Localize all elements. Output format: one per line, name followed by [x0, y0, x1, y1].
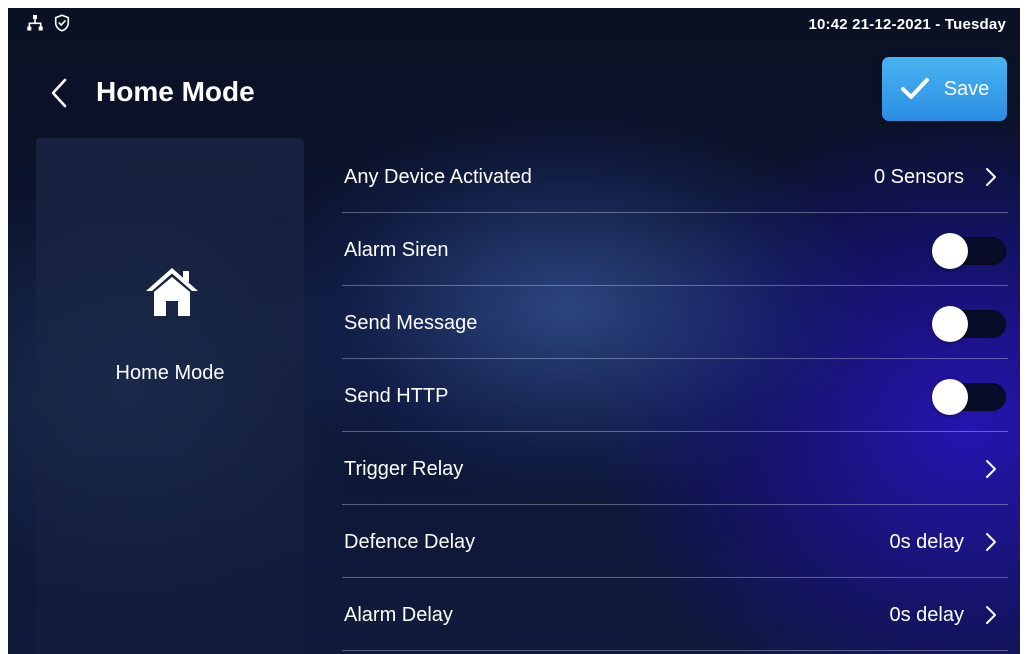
- home-mode-screen: 10:42 21-12-2021 - Tuesday Home Mode Sav…: [8, 8, 1020, 654]
- send-message-toggle[interactable]: [932, 306, 1008, 342]
- save-button-label: Save: [943, 77, 990, 100]
- setting-value: 0 Sensors: [873, 166, 964, 188]
- chevron-right-icon: [986, 533, 996, 551]
- setting-row-send-message: Send Message: [342, 286, 1008, 359]
- setting-label: Send HTTP: [344, 385, 449, 407]
- back-button[interactable]: [44, 76, 74, 110]
- setting-label: Alarm Siren: [344, 239, 449, 261]
- setting-row-alarm-siren: Alarm Siren: [342, 213, 1008, 286]
- toggle-knob: [932, 379, 968, 415]
- checkmark-icon: [900, 78, 929, 99]
- setting-row-send-http: Send HTTP: [342, 359, 1008, 432]
- settings-list: Any Device Activated 0 Sensors Alarm Sir…: [342, 140, 1008, 651]
- toggle-knob: [932, 306, 968, 342]
- status-icons: [26, 14, 70, 32]
- setting-label: Trigger Relay: [344, 458, 464, 480]
- toggle-knob: [932, 233, 968, 269]
- mode-panel: Home Mode: [36, 138, 304, 654]
- setting-row-alarm-delay[interactable]: Alarm Delay 0s delay: [342, 578, 1008, 651]
- setting-row-trigger-relay[interactable]: Trigger Relay: [342, 432, 1008, 505]
- setting-row-defence-delay[interactable]: Defence Delay 0s delay: [342, 505, 1008, 578]
- alarm-siren-toggle[interactable]: [932, 233, 1008, 269]
- chevron-left-icon: [51, 78, 67, 108]
- setting-label: Any Device Activated: [344, 166, 532, 188]
- status-bar: 10:42 21-12-2021 - Tuesday: [8, 8, 1020, 44]
- setting-label: Send Message: [344, 312, 478, 334]
- setting-value: 0s delay: [889, 604, 965, 626]
- chevron-right-icon: [986, 606, 996, 624]
- setting-value: 0s delay: [889, 531, 965, 553]
- network-tree-icon: [26, 14, 44, 32]
- status-clock: 10:42 21-12-2021 - Tuesday: [808, 16, 1006, 33]
- page-title: Home Mode: [96, 76, 255, 107]
- send-http-toggle[interactable]: [932, 379, 1008, 415]
- mode-label: Home Mode: [115, 362, 225, 384]
- setting-label: Alarm Delay: [344, 604, 453, 626]
- house-icon: [146, 268, 198, 316]
- setting-row-any-device-activated[interactable]: Any Device Activated 0 Sensors: [342, 140, 1008, 213]
- save-button[interactable]: Save: [882, 57, 1007, 121]
- chevron-right-icon: [986, 168, 996, 186]
- chevron-right-icon: [986, 460, 996, 478]
- shield-check-icon: [54, 14, 70, 32]
- setting-label: Defence Delay: [344, 531, 476, 553]
